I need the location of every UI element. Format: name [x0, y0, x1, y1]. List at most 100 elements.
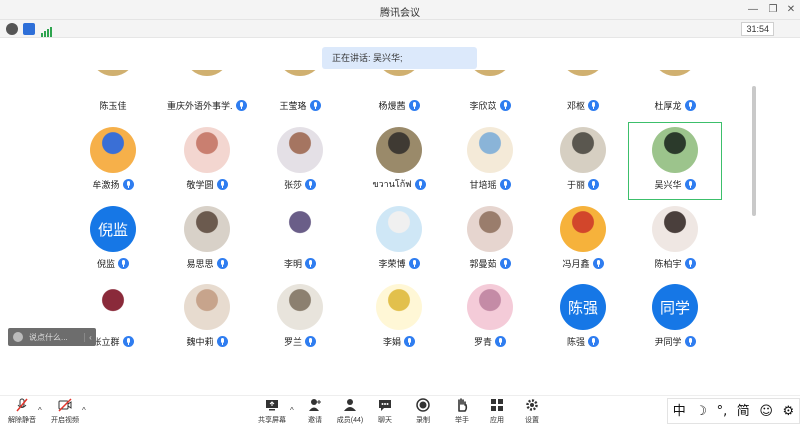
collapse-chevron-icon[interactable]: ‹ — [84, 332, 96, 342]
participant-name: ขวานโก้ฟ — [372, 179, 412, 189]
chat-button[interactable]: 聊天 — [365, 398, 405, 426]
participant-name-row: 冯月鑫 — [538, 256, 628, 270]
participant-name: 陈强 — [566, 336, 585, 347]
ime-lang-toggle[interactable]: 中 — [673, 405, 686, 418]
invite-button[interactable]: 邀请 — [295, 398, 335, 426]
mic-icon — [118, 257, 129, 269]
moon-icon[interactable]: ☽ — [695, 405, 707, 418]
participant-name: 邓枢 — [566, 100, 585, 111]
participant-name-row: 罗青 — [445, 334, 535, 348]
emoji-icon[interactable] — [13, 332, 23, 342]
participant-name: 罗青 — [473, 336, 492, 347]
mic-icon — [499, 257, 511, 269]
share-options-chevron-icon[interactable]: ^ — [290, 406, 294, 415]
participant-tile[interactable]: 罗青 — [445, 279, 535, 350]
share-screen-icon — [265, 398, 279, 412]
ime-toolbar[interactable]: 中 ☽ °, 简 ☺ ⚙ — [667, 398, 800, 424]
grid-scrollbar[interactable] — [752, 86, 756, 216]
share-screen-button[interactable]: 共享屏幕 — [252, 398, 292, 426]
avatar — [90, 284, 136, 330]
participant-name-row: 倪监 — [68, 256, 158, 270]
participant-tile[interactable]: 李明 — [255, 201, 345, 279]
hand-icon — [455, 398, 469, 412]
signal-icon[interactable] — [41, 24, 52, 37]
participant-tile[interactable]: 郭曼茹 — [445, 201, 535, 279]
settings-button[interactable]: 设置 — [512, 398, 552, 426]
participant-tile[interactable]: 张莎 — [255, 122, 345, 200]
avatar — [90, 127, 136, 173]
participant-name: 敬学圆 — [186, 179, 214, 190]
participant-tile[interactable]: 同学 尹同学 — [630, 279, 720, 350]
simplified-toggle[interactable]: 简 — [737, 405, 750, 418]
participant-name-row: 陈玉佳 — [68, 98, 158, 112]
participant-name-row: 魏中莉 — [162, 334, 252, 348]
participant-name-row: 罗兰 — [255, 334, 345, 348]
close-icon[interactable]: ✕ — [782, 2, 800, 18]
chat-quick-input[interactable]: 说点什么... ‹ — [8, 328, 96, 346]
avatar — [376, 284, 422, 330]
mic-icon — [684, 257, 696, 269]
avatar — [467, 127, 513, 173]
participant-tile[interactable]: 吴兴华 — [630, 122, 720, 200]
video-options-chevron-icon[interactable]: ^ — [82, 406, 86, 415]
window-title: 腾讯会议 — [380, 8, 420, 19]
participant-name-row: 陈强 — [538, 334, 628, 348]
record-button[interactable]: 录制 — [403, 398, 443, 426]
participant-name-row: 李欣苡 — [445, 98, 535, 112]
participant-tile[interactable]: 牟激扬 — [68, 122, 158, 200]
avatar — [376, 70, 422, 76]
participant-name-row: 牟激扬 — [68, 177, 158, 191]
avatar — [376, 127, 422, 173]
avatar — [376, 206, 422, 252]
participant-tile[interactable]: 陈强 陈强 — [538, 279, 628, 350]
participant-tile[interactable]: ขวานโก้ฟ — [354, 122, 444, 200]
avatar: 倪监 — [90, 206, 136, 252]
participant-tile[interactable]: 甘培瑶 — [445, 122, 535, 200]
participant-name: 甘培瑶 — [469, 179, 497, 190]
emoji-icon[interactable]: ☺ — [759, 405, 773, 418]
mic-icon — [309, 99, 321, 111]
avatar — [652, 70, 698, 76]
participant-tile[interactable]: 敬学圆 — [162, 122, 252, 200]
info-icon[interactable] — [6, 23, 18, 35]
mic-icon — [684, 178, 696, 190]
participant-tile[interactable]: 倪监 倪监 — [68, 201, 158, 279]
participant-name-row: 重庆外语外事学... — [162, 98, 252, 112]
audio-options-chevron-icon[interactable]: ^ — [38, 406, 42, 415]
avatar — [184, 127, 230, 173]
participant-name: 陈玉佳 — [99, 100, 127, 111]
members-button[interactable]: 成员(44) — [330, 398, 370, 426]
avatar — [652, 127, 698, 173]
start-video-button[interactable]: 开启视频 — [45, 398, 85, 426]
mic-icon — [684, 99, 696, 111]
participant-grid[interactable]: 陈玉佳 重庆外语外事学... 王莹珞 杨熳茜 李欣苡 邓枢 杜厚龙 牟激扬 敬学圆 张莎 ขวานโ… — [0, 70, 760, 350]
participant-name: 郭曼茹 — [469, 258, 497, 269]
participant-tile[interactable]: 罗兰 — [255, 279, 345, 350]
participant-tile[interactable]: 于丽 — [538, 122, 628, 200]
chat-placeholder: 说点什么... — [29, 332, 68, 342]
mic-icon — [408, 257, 420, 269]
participant-tile[interactable]: 魏中莉 — [162, 279, 252, 350]
unmute-button[interactable]: 解除静音 — [2, 398, 42, 426]
participant-name: 李欣苡 — [469, 100, 497, 111]
participant-tile[interactable]: 陈柏宇 — [630, 201, 720, 279]
participant-tile[interactable]: 李娟 — [354, 279, 444, 350]
mic-icon — [305, 335, 316, 347]
participant-name: 李荣博 — [378, 258, 406, 269]
avatar — [184, 284, 230, 330]
ime-settings-gear-icon[interactable]: ⚙ — [782, 405, 794, 418]
punctuation-toggle[interactable]: °, — [717, 405, 728, 418]
participant-tile[interactable]: 冯月鑫 — [538, 201, 628, 279]
participant-name-row: 吴兴华 — [630, 177, 720, 191]
participant-tile[interactable]: 易思思 — [162, 201, 252, 279]
apps-button[interactable]: 应用 — [477, 398, 517, 426]
shield-icon[interactable] — [23, 23, 35, 35]
participant-name-row: 敬学圆 — [162, 177, 252, 191]
minimize-icon[interactable]: — — [744, 2, 762, 18]
raise-hand-button[interactable]: 举手 — [442, 398, 482, 426]
participant-name: 陈柏宇 — [654, 258, 682, 269]
restore-icon[interactable]: ❐ — [764, 2, 782, 18]
mic-icon — [216, 335, 228, 347]
meeting-timer: 31:54 — [741, 22, 774, 36]
participant-tile[interactable]: 李荣博 — [354, 201, 444, 279]
